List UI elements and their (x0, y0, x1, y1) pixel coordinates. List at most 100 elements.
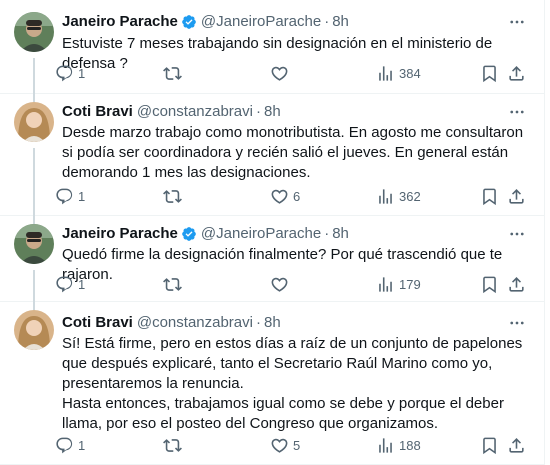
like-count: 6 (293, 188, 301, 204)
tweet-actions: 1 384 (55, 61, 535, 85)
bookmark-button[interactable] (480, 61, 499, 85)
tweet-timestamp[interactable]: 8h (332, 225, 349, 243)
bookmark-button[interactable] (480, 433, 499, 457)
like-button[interactable] (270, 272, 293, 296)
more-icon[interactable] (504, 99, 530, 125)
tweet-timestamp[interactable]: 8h (332, 13, 349, 31)
views-button[interactable]: 188 (376, 433, 421, 457)
views-button[interactable]: 384 (376, 61, 421, 85)
tweet-actions: 1 5 188 (55, 433, 535, 457)
tweet-timestamp[interactable]: 8h (264, 314, 281, 332)
views-icon (379, 188, 392, 204)
tweet-actions: 1 6 362 (55, 184, 535, 208)
bookmark-button[interactable] (480, 184, 499, 208)
view-count: 384 (399, 65, 421, 81)
reply-count: 1 (78, 276, 86, 292)
bookmark-button[interactable] (480, 272, 499, 296)
more-icon[interactable] (504, 221, 530, 247)
share-icon (509, 276, 524, 292)
reply-count: 1 (78, 437, 86, 453)
tweet-actions: 1 179 (55, 272, 535, 296)
share-icon (509, 188, 524, 204)
reply-button[interactable]: 1 (55, 433, 85, 457)
author-handle[interactable]: @constanzabravi (137, 314, 253, 332)
thread-connector-line (33, 216, 35, 224)
verified-badge-icon (181, 226, 197, 242)
author-name[interactable]: Coti Bravi (62, 103, 133, 121)
bookmark-icon (483, 188, 496, 205)
more-icon[interactable] (504, 9, 530, 35)
tweet[interactable]: Coti Bravi @constanzabravi · 8h Sí! Está… (0, 302, 545, 465)
verified-badge-icon (181, 14, 197, 30)
thread-connector-line (33, 94, 35, 102)
avatar[interactable] (14, 224, 54, 264)
views-icon (379, 276, 392, 292)
bookmark-icon (483, 276, 496, 293)
avatar[interactable] (14, 102, 54, 142)
tweet[interactable]: Janeiro Parache @JaneiroParache · 8h Que… (0, 216, 545, 302)
reply-button[interactable]: 1 (55, 184, 85, 208)
view-count: 188 (399, 437, 421, 453)
share-button[interactable] (507, 61, 526, 85)
reply-count: 1 (78, 65, 86, 81)
avatar[interactable] (14, 12, 54, 52)
thread-connector-line (33, 148, 35, 216)
views-icon (379, 65, 392, 81)
like-icon (271, 277, 288, 292)
reply-icon (56, 276, 73, 292)
tweet[interactable]: Coti Bravi @constanzabravi · 8h Desde ma… (0, 94, 545, 216)
share-button[interactable] (507, 184, 526, 208)
retweet-button[interactable] (163, 184, 186, 208)
separator-dot: · (255, 103, 261, 120)
share-icon (509, 65, 524, 81)
reply-button[interactable]: 1 (55, 61, 85, 85)
like-button[interactable] (270, 61, 293, 85)
tweet-timestamp[interactable]: 8h (264, 103, 281, 121)
like-button[interactable]: 6 (270, 184, 300, 208)
retweet-icon (163, 277, 182, 291)
bookmark-icon (483, 437, 496, 454)
views-icon (379, 437, 392, 453)
view-count: 362 (399, 188, 421, 204)
share-button[interactable] (507, 433, 526, 457)
author-handle[interactable]: @JaneiroParache (201, 225, 321, 243)
author-handle[interactable]: @constanzabravi (137, 103, 253, 121)
author-name[interactable]: Janeiro Parache (62, 13, 178, 31)
author-handle[interactable]: @JaneiroParache (201, 13, 321, 31)
share-icon (509, 437, 524, 453)
retweet-icon (163, 438, 182, 452)
separator-dot: · (324, 13, 330, 30)
share-button[interactable] (507, 272, 526, 296)
like-count: 5 (293, 437, 301, 453)
tweet[interactable]: Janeiro Parache @JaneiroParache · 8h Est… (0, 0, 545, 94)
views-button[interactable]: 362 (376, 184, 421, 208)
tweet-text: Desde marzo trabajo como monotributista.… (62, 124, 524, 181)
views-button[interactable]: 179 (376, 272, 421, 296)
author-name[interactable]: Janeiro Parache (62, 225, 178, 243)
thread-connector-line (33, 270, 35, 302)
retweet-button[interactable] (163, 272, 186, 296)
reply-icon (56, 188, 73, 204)
retweet-icon (163, 189, 182, 203)
like-icon (271, 66, 288, 81)
reply-button[interactable]: 1 (55, 272, 85, 296)
separator-dot: · (324, 225, 330, 242)
tweet-text: Sí! Está firme, pero en estos días a raí… (62, 335, 523, 432)
like-button[interactable]: 5 (270, 433, 300, 457)
thread-connector-line (33, 302, 35, 310)
separator-dot: · (255, 314, 261, 331)
author-name[interactable]: Coti Bravi (62, 314, 133, 332)
view-count: 179 (399, 276, 421, 292)
more-icon[interactable] (504, 310, 530, 336)
like-icon (271, 438, 288, 453)
retweet-button[interactable] (163, 61, 186, 85)
reply-count: 1 (78, 188, 86, 204)
thread-connector-line (33, 58, 35, 94)
reply-icon (56, 437, 73, 453)
like-icon (271, 189, 288, 204)
retweet-button[interactable] (163, 433, 186, 457)
bookmark-icon (483, 65, 496, 82)
reply-icon (56, 65, 73, 81)
retweet-icon (163, 66, 182, 80)
avatar[interactable] (14, 310, 54, 350)
